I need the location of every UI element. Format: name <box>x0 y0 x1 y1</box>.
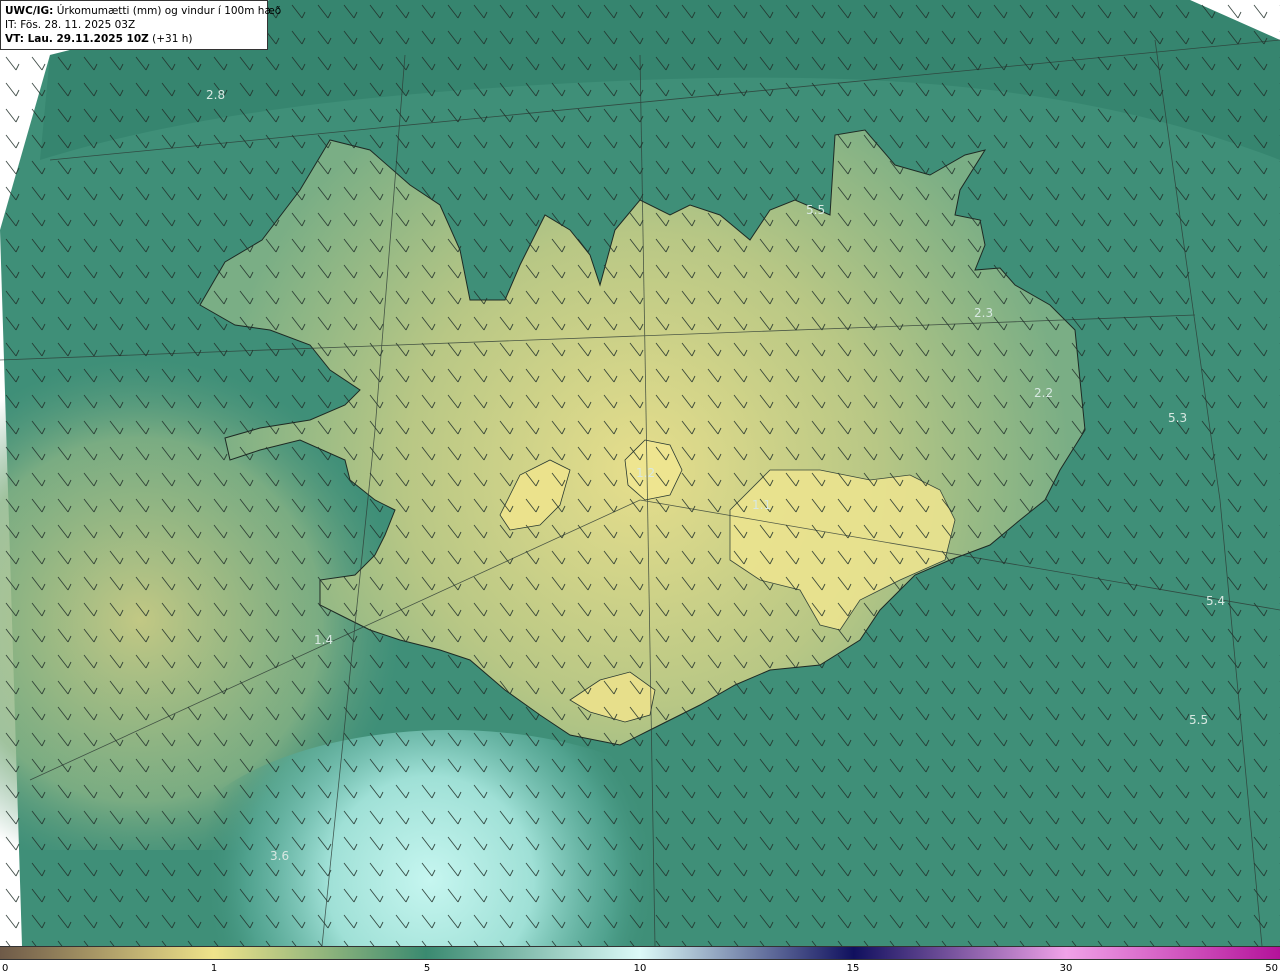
lead-time: (+31 h) <box>152 33 193 45</box>
map-label: 2.2 <box>1034 386 1053 400</box>
map-header: UWC/IG: Úrkomumætti (mm) og vindur í 100… <box>0 0 281 50</box>
colorbar-tick: 50 <box>1265 963 1278 974</box>
map-label: 2.3 <box>974 306 993 320</box>
map-label: 5.5 <box>1189 713 1208 727</box>
colorbar-tick: 5 <box>423 963 431 974</box>
map-label: 2.8 <box>206 88 225 102</box>
map-label: 5.4 <box>1206 594 1225 608</box>
precipitation-map: 2.8 5.5 2.3 2.2 5.3 1.2 1.1 5.4 5.5 3.6 … <box>0 0 1280 978</box>
header-title-row: UWC/IG: Úrkomumætti (mm) og vindur í 100… <box>5 4 281 18</box>
map-label: 3.6 <box>270 849 289 863</box>
map-label: 1.4 <box>314 633 333 647</box>
colorbar-tick: 15 <box>846 963 860 974</box>
valid-time-row: VT: Lau. 29.11.2025 10Z (+31 h) <box>5 32 263 46</box>
colorbar-tick: 10 <box>633 963 647 974</box>
colorbar-tick: 30 <box>1059 963 1073 974</box>
issue-time: IT: Fös. 28. 11. 2025 03Z <box>5 19 136 31</box>
colorbar <box>0 946 1280 960</box>
map-title: Úrkomumætti (mm) og vindur í 100m hæð <box>56 5 282 17</box>
valid-time: VT: Lau. 29.11.2025 10Z <box>5 33 149 45</box>
map-canvas: 2.8 5.5 2.3 2.2 5.3 1.2 1.1 5.4 5.5 3.6 … <box>0 0 1280 978</box>
map-label: 5.3 <box>1168 411 1187 425</box>
colorbar-tick: 1 <box>210 963 218 974</box>
map-label: 1.1 <box>752 498 771 512</box>
colorbar-ticks: 0 1 5 10 15 30 50 <box>0 960 1280 978</box>
colorbar-tick: 0 <box>2 963 9 974</box>
map-label: 5.5 <box>806 203 825 217</box>
map-label: 1.2 <box>636 466 655 480</box>
model-name: UWC/IG: <box>5 5 54 17</box>
